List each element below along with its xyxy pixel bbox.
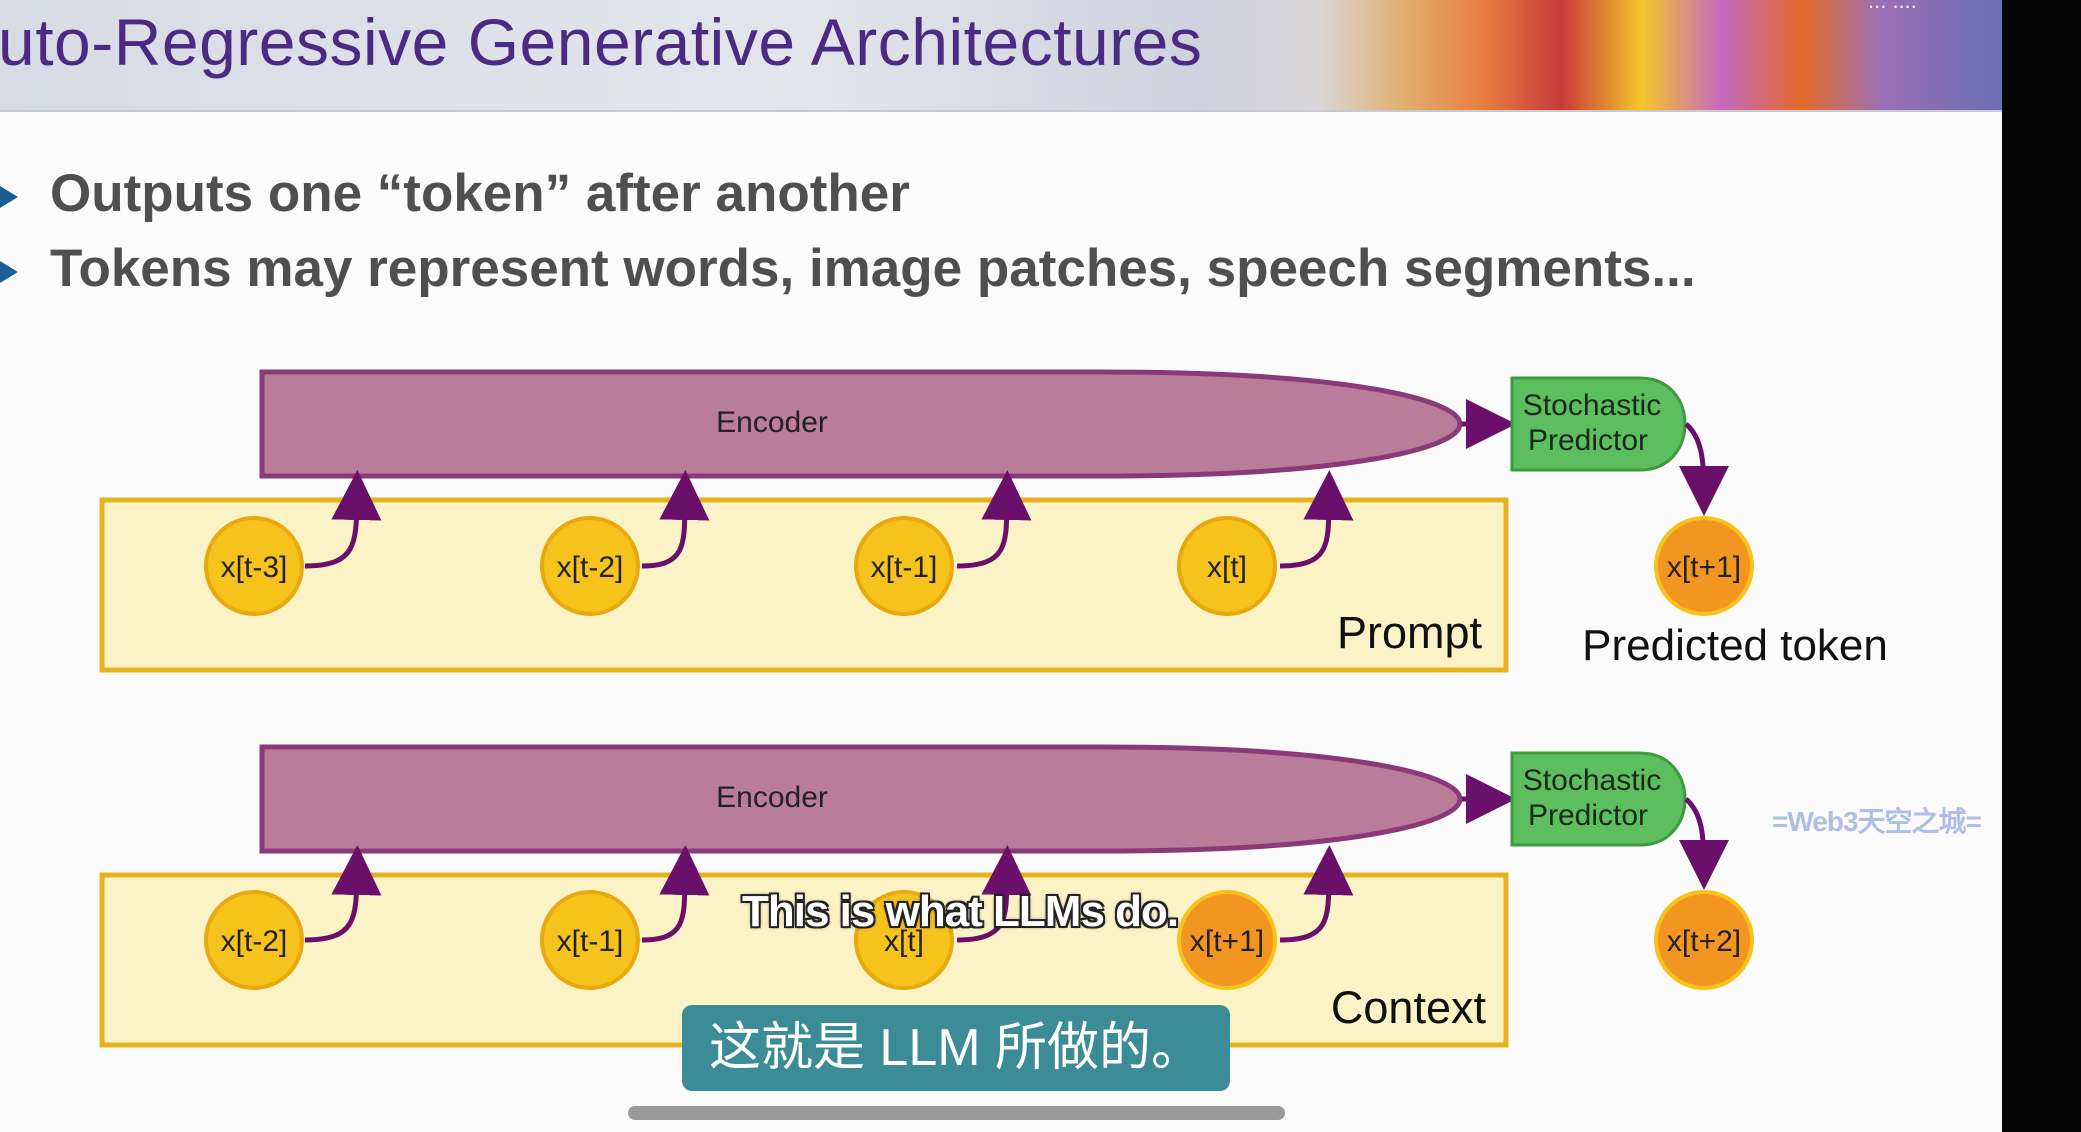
- prompt-label: Prompt: [1337, 607, 1483, 658]
- token-label: x[t+1]: [1190, 925, 1264, 958]
- context-label: Context: [1331, 982, 1487, 1033]
- token-label: x[t-1]: [557, 925, 624, 958]
- output-token-label: x[t+1]: [1667, 551, 1741, 584]
- autoregressive-diagram: Encoder x[t-3] x[t-2] x[t-1] x[t] Prompt: [99, 369, 1888, 1048]
- predictor-label-line1: Stochastic: [1523, 764, 1661, 797]
- top-diagram: Encoder x[t-3] x[t-2] x[t-1] x[t] Prompt: [99, 369, 1888, 673]
- predictor-output-arrow: [1678, 797, 1729, 890]
- predictor-label-line1: Stochastic: [1523, 389, 1661, 422]
- encoder-label: Encoder: [716, 781, 828, 814]
- output-token-label: x[t+2]: [1667, 925, 1741, 958]
- token-label: x[t-2]: [221, 925, 288, 958]
- encoder-shape: [259, 744, 1463, 854]
- prompt-box: [99, 497, 1509, 673]
- slide: uto-Regressive Generative Architectures …: [0, 0, 2002, 1132]
- right-black-bar: [2002, 0, 2081, 1132]
- token-label: x[t-2]: [557, 551, 624, 584]
- subtitle-chinese: 这就是 LLM 所做的。: [682, 1005, 1230, 1091]
- encoder-label: Encoder: [716, 406, 828, 439]
- token-label: x[t-1]: [871, 551, 938, 584]
- predictor-label-line2: Predictor: [1528, 799, 1648, 832]
- predicted-token-label: Predicted token: [1582, 621, 1888, 670]
- progress-scrollbar[interactable]: [628, 1106, 1285, 1120]
- token-label: x[t]: [1207, 551, 1247, 584]
- predictor-label-line2: Predictor: [1528, 424, 1648, 457]
- token-label: x[t-3]: [221, 551, 288, 584]
- watermark-text: =Web3天空之城=: [1772, 806, 1982, 837]
- screen: uto-Regressive Generative Architectures …: [0, 0, 2081, 1132]
- predictor-output-arrow: [1678, 422, 1729, 516]
- subtitle-english: This is what LLMs do.: [742, 887, 1179, 936]
- encoder-shape: [259, 369, 1463, 479]
